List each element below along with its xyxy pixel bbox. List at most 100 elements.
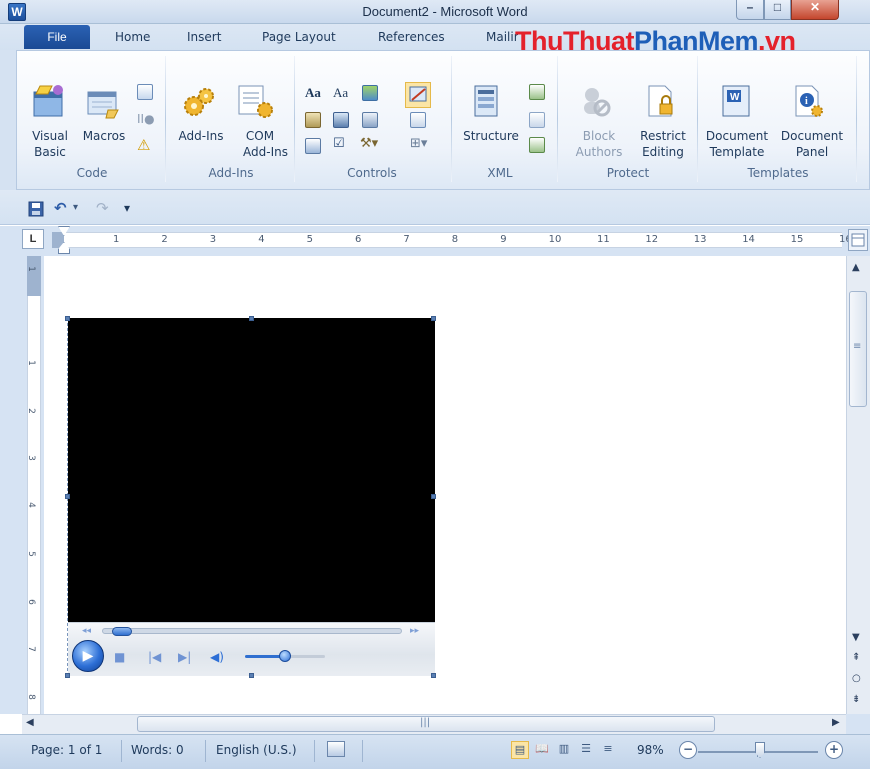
word-app-icon[interactable]: W	[8, 3, 26, 21]
media-player-video[interactable]	[68, 318, 435, 622]
block-authors-button[interactable]: Block Authors	[566, 128, 632, 160]
minimize-button[interactable]: –	[736, 0, 764, 20]
ruler-number: 9	[500, 234, 507, 245]
resize-handle[interactable]	[431, 494, 436, 499]
seek-forward-icon[interactable]: ▸▸	[410, 626, 419, 636]
combo-box-control-icon[interactable]	[333, 112, 349, 128]
ruler-number: 4	[258, 234, 265, 245]
building-block-control-icon[interactable]	[305, 112, 321, 128]
outline-view-icon[interactable]: ☰	[577, 741, 595, 759]
tab-selector-button[interactable]: L	[22, 229, 44, 249]
group-label-controls: Controls	[347, 166, 397, 180]
ruler-number: 5	[306, 234, 313, 245]
tab-home[interactable]: Home	[115, 30, 150, 44]
play-button[interactable]: ▶	[72, 640, 104, 672]
next-page-icon[interactable]: ⇟	[852, 694, 860, 705]
resize-handle[interactable]	[431, 673, 436, 678]
resize-handle[interactable]	[65, 673, 70, 678]
resize-handle[interactable]	[431, 316, 436, 321]
draft-view-icon[interactable]: ≡	[599, 741, 617, 759]
tab-file[interactable]: File	[24, 25, 90, 49]
select-browse-object-icon[interactable]: ○	[852, 673, 861, 684]
vertical-ruler-number: 6	[25, 599, 36, 605]
customize-qat-button[interactable]: ▾	[124, 201, 130, 215]
zoom-out-button[interactable]: −	[679, 741, 697, 759]
full-screen-reading-icon[interactable]: 📖	[533, 741, 551, 759]
vertical-ruler-number: 5	[25, 551, 36, 557]
scroll-down-icon[interactable]: ▼	[852, 632, 860, 643]
add-ins-button[interactable]: Add-Ins	[174, 128, 228, 144]
macros-icon	[86, 88, 122, 120]
visual-basic-button[interactable]: Visual Basic	[28, 128, 72, 160]
schema-icon[interactable]	[529, 84, 545, 100]
design-mode-icon	[409, 86, 427, 102]
com-add-ins-icon	[237, 84, 277, 120]
structure-button[interactable]: Structure	[458, 128, 524, 144]
volume-icon[interactable]: ◀)	[210, 650, 224, 664]
design-mode-button[interactable]	[405, 82, 431, 108]
expansion-packs-icon[interactable]	[529, 137, 545, 153]
tab-mailings[interactable]: Mailings	[486, 30, 518, 44]
seek-back-icon[interactable]: ◂◂	[82, 626, 91, 636]
group-label-xml: XML	[487, 166, 513, 180]
transformation-icon[interactable]	[529, 112, 545, 128]
scroll-corner	[846, 714, 870, 734]
page-count[interactable]: Page: 1 of 1	[31, 743, 102, 757]
restrict-editing-button[interactable]: Restrict Editing	[633, 128, 693, 160]
check-box-control-icon[interactable]: ☑	[333, 136, 345, 151]
tab-page-layout[interactable]: Page Layout	[262, 30, 336, 44]
zoom-level[interactable]: 98%	[637, 743, 664, 757]
plain-text-control-icon[interactable]: Aa	[333, 85, 348, 101]
tab-references[interactable]: References	[378, 30, 445, 44]
resize-handle[interactable]	[65, 316, 70, 321]
next-icon[interactable]: ▶|	[178, 650, 191, 664]
maximize-button[interactable]: □	[764, 0, 791, 20]
volume-thumb[interactable]	[279, 650, 291, 662]
macro-recording-icon[interactable]	[327, 741, 345, 757]
redo-icon[interactable]: ↷	[96, 199, 109, 217]
scroll-right-icon[interactable]: ▶	[832, 717, 840, 728]
undo-dropdown-icon[interactable]: ▾	[73, 202, 78, 213]
previous-icon[interactable]: |◀	[148, 650, 161, 664]
undo-icon[interactable]: ↶	[54, 199, 67, 217]
close-button[interactable]: ✕	[791, 0, 839, 20]
zoom-in-button[interactable]: +	[825, 741, 843, 759]
ruler-number: 13	[693, 234, 707, 245]
scroll-left-icon[interactable]: ◀	[26, 717, 34, 728]
record-macro-icon[interactable]	[137, 84, 153, 100]
seek-bar[interactable]	[102, 628, 402, 634]
language-indicator[interactable]: English (U.S.)	[216, 743, 297, 757]
previous-page-icon[interactable]: ⇞	[852, 652, 860, 663]
resize-handle[interactable]	[249, 673, 254, 678]
legacy-tools-icon[interactable]: ⚒▾	[360, 136, 378, 151]
tab-insert[interactable]: Insert	[187, 30, 221, 44]
com-add-ins-button[interactable]: COM Add-Ins	[232, 128, 288, 160]
vertical-ruler-number: 4	[25, 502, 36, 508]
picture-control-icon[interactable]	[362, 85, 378, 101]
print-layout-icon[interactable]: ▤	[511, 741, 529, 759]
document-template-button[interactable]: Document Template	[703, 128, 771, 160]
drop-down-control-icon[interactable]	[362, 112, 378, 128]
document-left-gutter	[0, 256, 22, 714]
scroll-up-icon[interactable]: ▲	[852, 262, 860, 273]
document-panel-button[interactable]: Document Panel	[776, 128, 848, 160]
macro-security-icon[interactable]: ⚠	[137, 136, 150, 154]
web-layout-icon[interactable]: ▥	[555, 741, 573, 759]
horizontal-ruler[interactable]	[52, 232, 842, 248]
svg-text:i: i	[805, 96, 808, 107]
word-count[interactable]: Words: 0	[131, 743, 184, 757]
date-picker-control-icon[interactable]	[305, 138, 321, 154]
properties-icon[interactable]	[410, 112, 426, 128]
view-ruler-button[interactable]	[848, 229, 868, 251]
save-icon[interactable]	[28, 201, 44, 217]
stop-icon[interactable]: ■	[114, 650, 125, 664]
group-controls-icon[interactable]: ⊞▾	[410, 136, 427, 151]
ruler-number: 15	[790, 234, 804, 245]
pause-recording-icon[interactable]: II●	[137, 112, 155, 126]
group-separator	[697, 56, 698, 182]
resize-handle[interactable]	[249, 316, 254, 321]
seek-thumb[interactable]	[112, 627, 133, 636]
rich-text-control-icon[interactable]: Aa	[305, 85, 321, 101]
resize-handle[interactable]	[65, 494, 70, 499]
macros-button[interactable]: Macros	[80, 128, 128, 144]
